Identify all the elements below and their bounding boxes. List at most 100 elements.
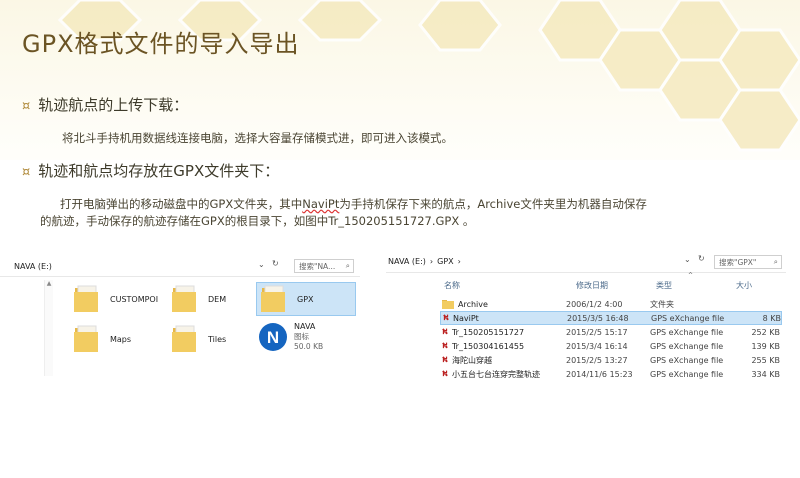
left-refresh-icon[interactable]: ↻	[272, 259, 279, 268]
svg-text:N: N	[267, 328, 279, 347]
scroll-up-icon[interactable]: ▲	[45, 280, 53, 287]
left-scrollbar[interactable]: ▲	[44, 280, 53, 376]
right-divider	[386, 272, 786, 273]
nava-icon: N	[259, 323, 287, 351]
folder-name: Tiles	[208, 334, 227, 344]
right-address-dropdown-icon[interactable]: ⌄	[684, 255, 691, 264]
folder-icon	[74, 325, 98, 352]
file-date: 2006/1/2 4:00	[566, 299, 623, 309]
sort-ascending-icon: ^	[688, 272, 694, 279]
folder-maps[interactable]: Maps	[72, 324, 162, 354]
file-name: Tr_150304161455	[451, 341, 525, 351]
file-name: 小五台七台连穿完整轨迹	[451, 369, 540, 379]
left-address-dropdown-icon[interactable]: ⌄	[258, 260, 265, 269]
file-name: Tr_150205151727	[451, 327, 525, 337]
right-refresh-icon[interactable]: ↻	[698, 254, 705, 263]
bullet-mark-icon: ¤	[22, 165, 31, 180]
file-row-haituoshan[interactable]: ⛕ 海陀山穿越 2015/2/5 13:27 GPS eXchange file…	[440, 353, 782, 367]
para-2-line-2: 的航迹，手动保存的航迹存储在GPX的根目录下，如图中Tr_15020515172…	[40, 214, 475, 228]
search-icon: ⌕	[773, 257, 778, 266]
row-name-cell: ⛕ Tr_150304161455	[440, 341, 566, 351]
right-search-input[interactable]: 搜索"GPX" ⌕	[714, 255, 782, 269]
column-header-date[interactable]: 修改日期	[576, 280, 608, 291]
folder-name: DEM	[208, 294, 227, 304]
file-size: 334 KB	[751, 369, 780, 379]
gpx-file-icon: ⛕	[442, 355, 448, 364]
file-size: 252 KB	[751, 327, 780, 337]
bullet-mark-icon: ¤	[22, 99, 31, 114]
folder-icon	[442, 300, 454, 309]
file-date: 2014/11/6 15:23	[566, 369, 633, 379]
bullet-1-text: 将北斗手持机用数据线连接电脑，选择大容量存储模式进，即可进入该模式。	[62, 131, 453, 145]
file-name: NaviPt	[452, 313, 479, 323]
column-header-name[interactable]: 名称	[444, 280, 460, 291]
file-size: 255 KB	[751, 355, 780, 365]
left-address-bar[interactable]: NAVA (E:)	[14, 257, 52, 275]
folder-name: GPX	[297, 294, 314, 304]
file-type: GPS eXchange file	[650, 355, 724, 365]
folder-gpx[interactable]: GPX	[256, 282, 356, 316]
file-name: NAVA	[294, 322, 316, 331]
folder-icon	[74, 285, 98, 312]
folder-tiles[interactable]: Tiles	[170, 324, 250, 354]
file-row-tr-150304161455[interactable]: ⛕ Tr_150304161455 2015/3/4 16:14 GPS eXc…	[440, 339, 782, 353]
right-address-folder[interactable]: GPX	[437, 257, 454, 266]
row-name-cell: ⛕ 小五台七台连穿完整轨迹	[440, 369, 566, 380]
folder-icon	[261, 285, 285, 312]
breadcrumb-chevron-icon: ›	[457, 256, 461, 266]
file-row-archive[interactable]: Archive 2006/1/2 4:00 文件夹	[440, 297, 782, 311]
search-icon: ⌕	[345, 261, 350, 270]
gpx-file-icon: ⛕	[443, 313, 449, 322]
left-search-input[interactable]: 搜索"NA... ⌕	[294, 259, 354, 273]
column-header-type[interactable]: 类型	[656, 280, 672, 291]
file-row-navipt[interactable]: ⛕ NaviPt 2015/3/5 16:48 GPS eXchange fil…	[440, 311, 782, 325]
folder-custompoi[interactable]: CUSTOMPOI	[72, 284, 162, 314]
file-nava-icon[interactable]: N NAVA 图标 50.0 KB	[258, 322, 358, 358]
file-row-xiaowutai[interactable]: ⛕ 小五台七台连穿完整轨迹 2014/11/6 15:23 GPS eXchan…	[440, 367, 782, 381]
file-name: 海陀山穿越	[451, 355, 492, 365]
slide-title: GPX格式文件的导入导出	[22, 30, 300, 58]
folder-icon	[172, 325, 196, 352]
bullet-gpx-folder: ¤ 轨迹和航点均存放在GPX文件夹下：	[22, 160, 279, 181]
left-search-placeholder: 搜索"NA...	[299, 261, 336, 271]
right-search-placeholder: 搜索"GPX"	[719, 257, 757, 267]
breadcrumb-chevron-icon: ›	[429, 256, 434, 266]
bullet-2-paragraph: 打开电脑弹出的移动磁盘中的GPX文件夹，其中NaviPt为手持机保存下来的航点，…	[40, 196, 770, 230]
folder-dem[interactable]: DEM	[170, 284, 250, 314]
file-size: 50.0 KB	[294, 342, 324, 351]
folder-name: CUSTOMPOI	[110, 294, 159, 304]
file-size: 8 KB	[762, 313, 781, 323]
para-2-part-a: 打开电脑弹出的移动磁盘中的GPX文件夹，其中	[60, 197, 303, 211]
right-address-drive[interactable]: NAVA (E:)	[388, 257, 426, 266]
left-address-text: NAVA (E:)	[14, 261, 52, 271]
file-type: GPS eXchange file	[650, 327, 724, 337]
nava-file-info: NAVA 图标 50.0 KB	[294, 322, 323, 351]
file-date: 2015/3/5 16:48	[567, 313, 629, 323]
gpx-file-icon: ⛕	[442, 341, 448, 350]
gpx-file-icon: ⛕	[442, 369, 448, 378]
file-date: 2015/3/4 16:14	[566, 341, 628, 351]
folder-name: Maps	[110, 334, 132, 344]
para-2-part-b: 为手持机保存下来的航点，Archive文件夹里为机器自动保存	[339, 197, 647, 211]
row-name-cell: ⛕ NaviPt	[441, 313, 567, 323]
gpx-file-icon: ⛕	[442, 327, 448, 336]
file-date: 2015/2/5 15:17	[566, 327, 628, 337]
file-type: 文件夹	[650, 299, 674, 309]
navipt-word: NaviPt	[302, 197, 340, 211]
file-type: 图标	[294, 332, 309, 341]
file-name: Archive	[458, 299, 488, 309]
left-divider	[0, 276, 360, 277]
file-type: GPS eXchange file	[651, 313, 725, 323]
row-name-cell: ⛕ Tr_150205151727	[440, 327, 566, 337]
file-size: 139 KB	[751, 341, 780, 351]
bullet-1-label: 轨迹航点的上传下载：	[38, 96, 189, 114]
folder-icon	[172, 285, 196, 312]
bullet-upload-download: ¤ 轨迹航点的上传下载：	[22, 94, 188, 115]
row-name-cell: Archive	[440, 299, 566, 309]
file-type: GPS eXchange file	[650, 369, 724, 379]
right-address-bar[interactable]: NAVA (E:) › GPX ›	[388, 252, 465, 270]
file-row-tr-150205151727[interactable]: ⛕ Tr_150205151727 2015/2/5 15:17 GPS eXc…	[440, 325, 782, 339]
column-header-size[interactable]: 大小	[736, 280, 752, 291]
row-name-cell: ⛕ 海陀山穿越	[440, 355, 566, 366]
file-date: 2015/2/5 13:27	[566, 355, 628, 365]
